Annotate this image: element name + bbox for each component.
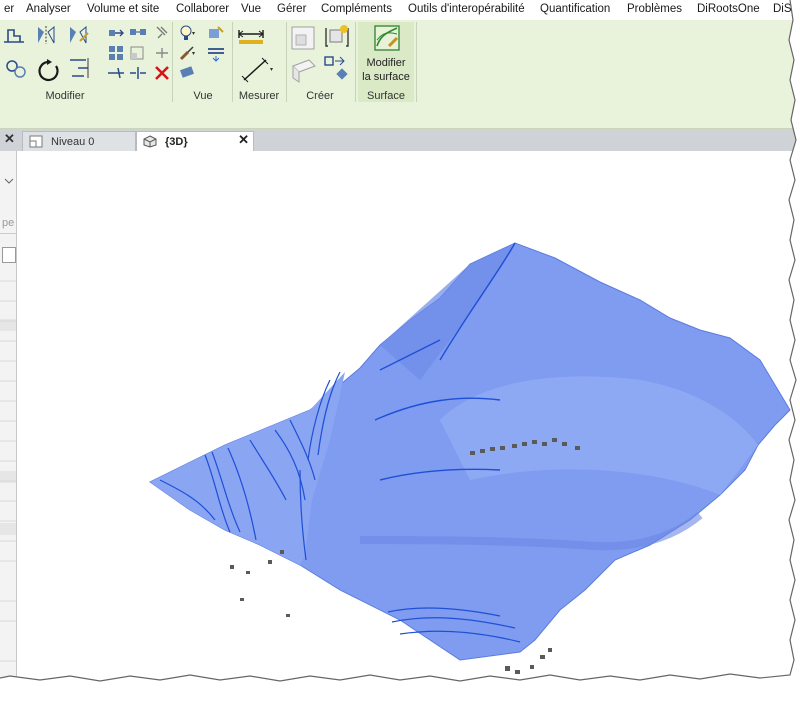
menu-item-quantification[interactable]: Quantification [540,3,610,15]
modify-surface-label-line2: la surface [362,71,410,83]
floor-plan-icon [29,135,43,148]
tab-3d-label: {3D} [165,135,188,148]
3d-viewport[interactable] [17,151,800,690]
panel-separator [416,22,417,102]
linework-icon[interactable] [206,44,226,62]
measure-along-icon[interactable] [240,54,276,84]
trim-extend-icon[interactable] [68,56,92,80]
menu-item-dist[interactable]: DiSt [773,3,795,15]
rotate-icon[interactable] [36,58,62,84]
panel-separator [355,22,356,102]
tab-niveau-0-label: Niveau 0 [51,135,95,148]
menu-item-volume-et-site[interactable]: Volume et site [87,3,159,15]
pin-icon[interactable] [152,24,172,42]
create-assembly-icon[interactable] [289,56,319,84]
menu-item-er[interactable]: er [4,3,14,15]
measure-between-icon[interactable] [237,26,271,46]
modify-surface-label-line1: Modifier [366,57,406,69]
move-icon[interactable] [106,24,126,42]
properties-grid-lines [0,280,16,682]
menu-item-dirootsone[interactable]: DiRootsOne [697,3,760,15]
paint-brush-icon[interactable] [178,44,198,62]
panel-label-mesurer: Mesurer [238,90,280,102]
copy-icon[interactable] [128,24,148,42]
split-gap-icon[interactable] [128,64,148,82]
ribbon-options-bar [0,104,800,129]
terrain-model[interactable] [17,151,800,690]
close-tab-icon[interactable]: ✕ [238,132,249,148]
scale-icon[interactable] [128,44,148,62]
menu-item-analyser[interactable]: Analyser [26,3,71,15]
menu-item-vue[interactable]: Vue [241,3,261,15]
mirror-draw-axis-icon[interactable] [66,24,90,46]
menu-item-complements[interactable]: Compléments [321,3,392,15]
view-tab-bar: ✕ Niveau 0 {3D} ✕ [0,129,800,152]
properties-type-fragment: pe [2,217,15,229]
mirror-pick-axis-icon[interactable] [34,24,58,46]
modify-surface-label: Modifier la surface [358,56,414,84]
panel-separator [286,22,287,102]
panel-label-creer: Créer [306,90,334,102]
panel-separator [232,22,233,102]
panel-separator [172,22,173,102]
array-icon[interactable] [106,44,126,62]
create-parts-icon[interactable] [289,24,319,52]
override-graphics-icon[interactable] [206,24,226,42]
cut-profile-icon[interactable] [178,64,198,82]
create-group-icon[interactable] [322,22,352,52]
similar-icon[interactable] [322,54,352,84]
panel-label-surface: Surface [367,90,405,102]
menu-item-outils-interoperabilite[interactable]: Outils d'interopérabilité [408,3,525,15]
align-icon[interactable] [2,24,26,46]
panel-label-modifier: Modifier [45,90,85,102]
tab-niveau-0[interactable]: Niveau 0 [22,131,136,151]
modify-surface-icon [374,25,400,51]
menu-bar: er Analyser Volume et site Collaborer Vu… [0,0,800,21]
delete-icon[interactable] [152,64,172,82]
3d-view-icon [143,135,157,148]
offset-icon[interactable] [4,58,28,80]
chevron-down-icon[interactable] [4,177,14,185]
panel-label-vue: Vue [193,90,213,102]
menu-item-gerer[interactable]: Gérer [277,3,306,15]
menu-item-collaborer[interactable]: Collaborer [176,3,229,15]
properties-panel-edge: pe [0,151,17,690]
close-panel-icon[interactable]: ✕ [4,131,15,147]
menu-item-problemes[interactable]: Problèmes [627,3,682,15]
unpin-icon[interactable] [152,44,172,62]
tab-3d[interactable]: {3D} ✕ [136,131,254,151]
lightbulb-icon[interactable] [178,24,198,42]
split-icon[interactable] [106,64,126,82]
